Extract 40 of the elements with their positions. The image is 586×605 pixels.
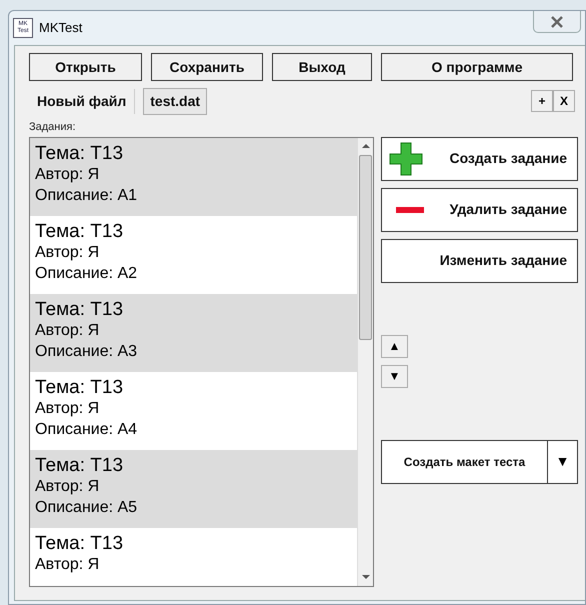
task-description: Описание: A3	[35, 342, 138, 362]
tab[interactable]: Новый файл	[29, 88, 136, 114]
add-tab-button[interactable]: +	[531, 90, 553, 112]
task-topic: Тема: T13	[35, 376, 124, 398]
toolbar-button[interactable]: Сохранить	[151, 53, 263, 81]
scroll-up-icon[interactable]	[362, 142, 370, 148]
task-author: Автор: Я	[35, 476, 100, 496]
close-tab-button[interactable]: X	[553, 90, 575, 112]
task-topic: Тема: T13	[35, 298, 124, 320]
tasks-label: Задания:	[29, 120, 77, 135]
close-icon	[550, 16, 564, 28]
toolbar-button[interactable]: Выход	[272, 53, 372, 81]
task-author: Автор: Я	[35, 320, 100, 340]
tab[interactable]: test.dat	[143, 88, 208, 114]
split-button[interactable]: Создать макет теста ▼	[381, 440, 578, 484]
task-author: Автор: Я	[35, 398, 100, 418]
plus-icon	[388, 140, 424, 176]
window-title: MKTest	[39, 19, 82, 38]
move-up-button[interactable]: ▲	[381, 334, 408, 358]
task-author: Автор: Я	[35, 554, 100, 574]
move-down-button[interactable]: ▼	[381, 364, 408, 388]
task-topic: Тема: T13	[35, 454, 124, 476]
task-topic: Тема: T13	[35, 142, 124, 164]
task-description: Описание: A2	[35, 264, 138, 284]
toolbar-button[interactable]: Открыть	[29, 53, 142, 81]
task-description: Описание: A1	[35, 186, 138, 206]
scrollbar[interactable]	[357, 138, 373, 586]
task-topic: Тема: T13	[35, 220, 124, 242]
toolbar-button[interactable]: О программе	[381, 53, 573, 81]
task-author: Автор: Я	[35, 164, 100, 184]
close-button[interactable]	[533, 11, 581, 33]
task-description: Описание: A5	[35, 498, 138, 518]
task-description: Описание: A4	[35, 420, 138, 440]
task-author: Автор: Я	[35, 242, 100, 262]
action-button[interactable]: Изменить задание	[381, 238, 578, 282]
action-button[interactable]: Создать задание	[381, 136, 578, 180]
task-topic: Тема: T13	[35, 532, 124, 554]
minus-icon	[396, 206, 424, 214]
action-button[interactable]: Удалить задание	[381, 188, 578, 232]
scroll-down-icon[interactable]	[362, 574, 370, 580]
